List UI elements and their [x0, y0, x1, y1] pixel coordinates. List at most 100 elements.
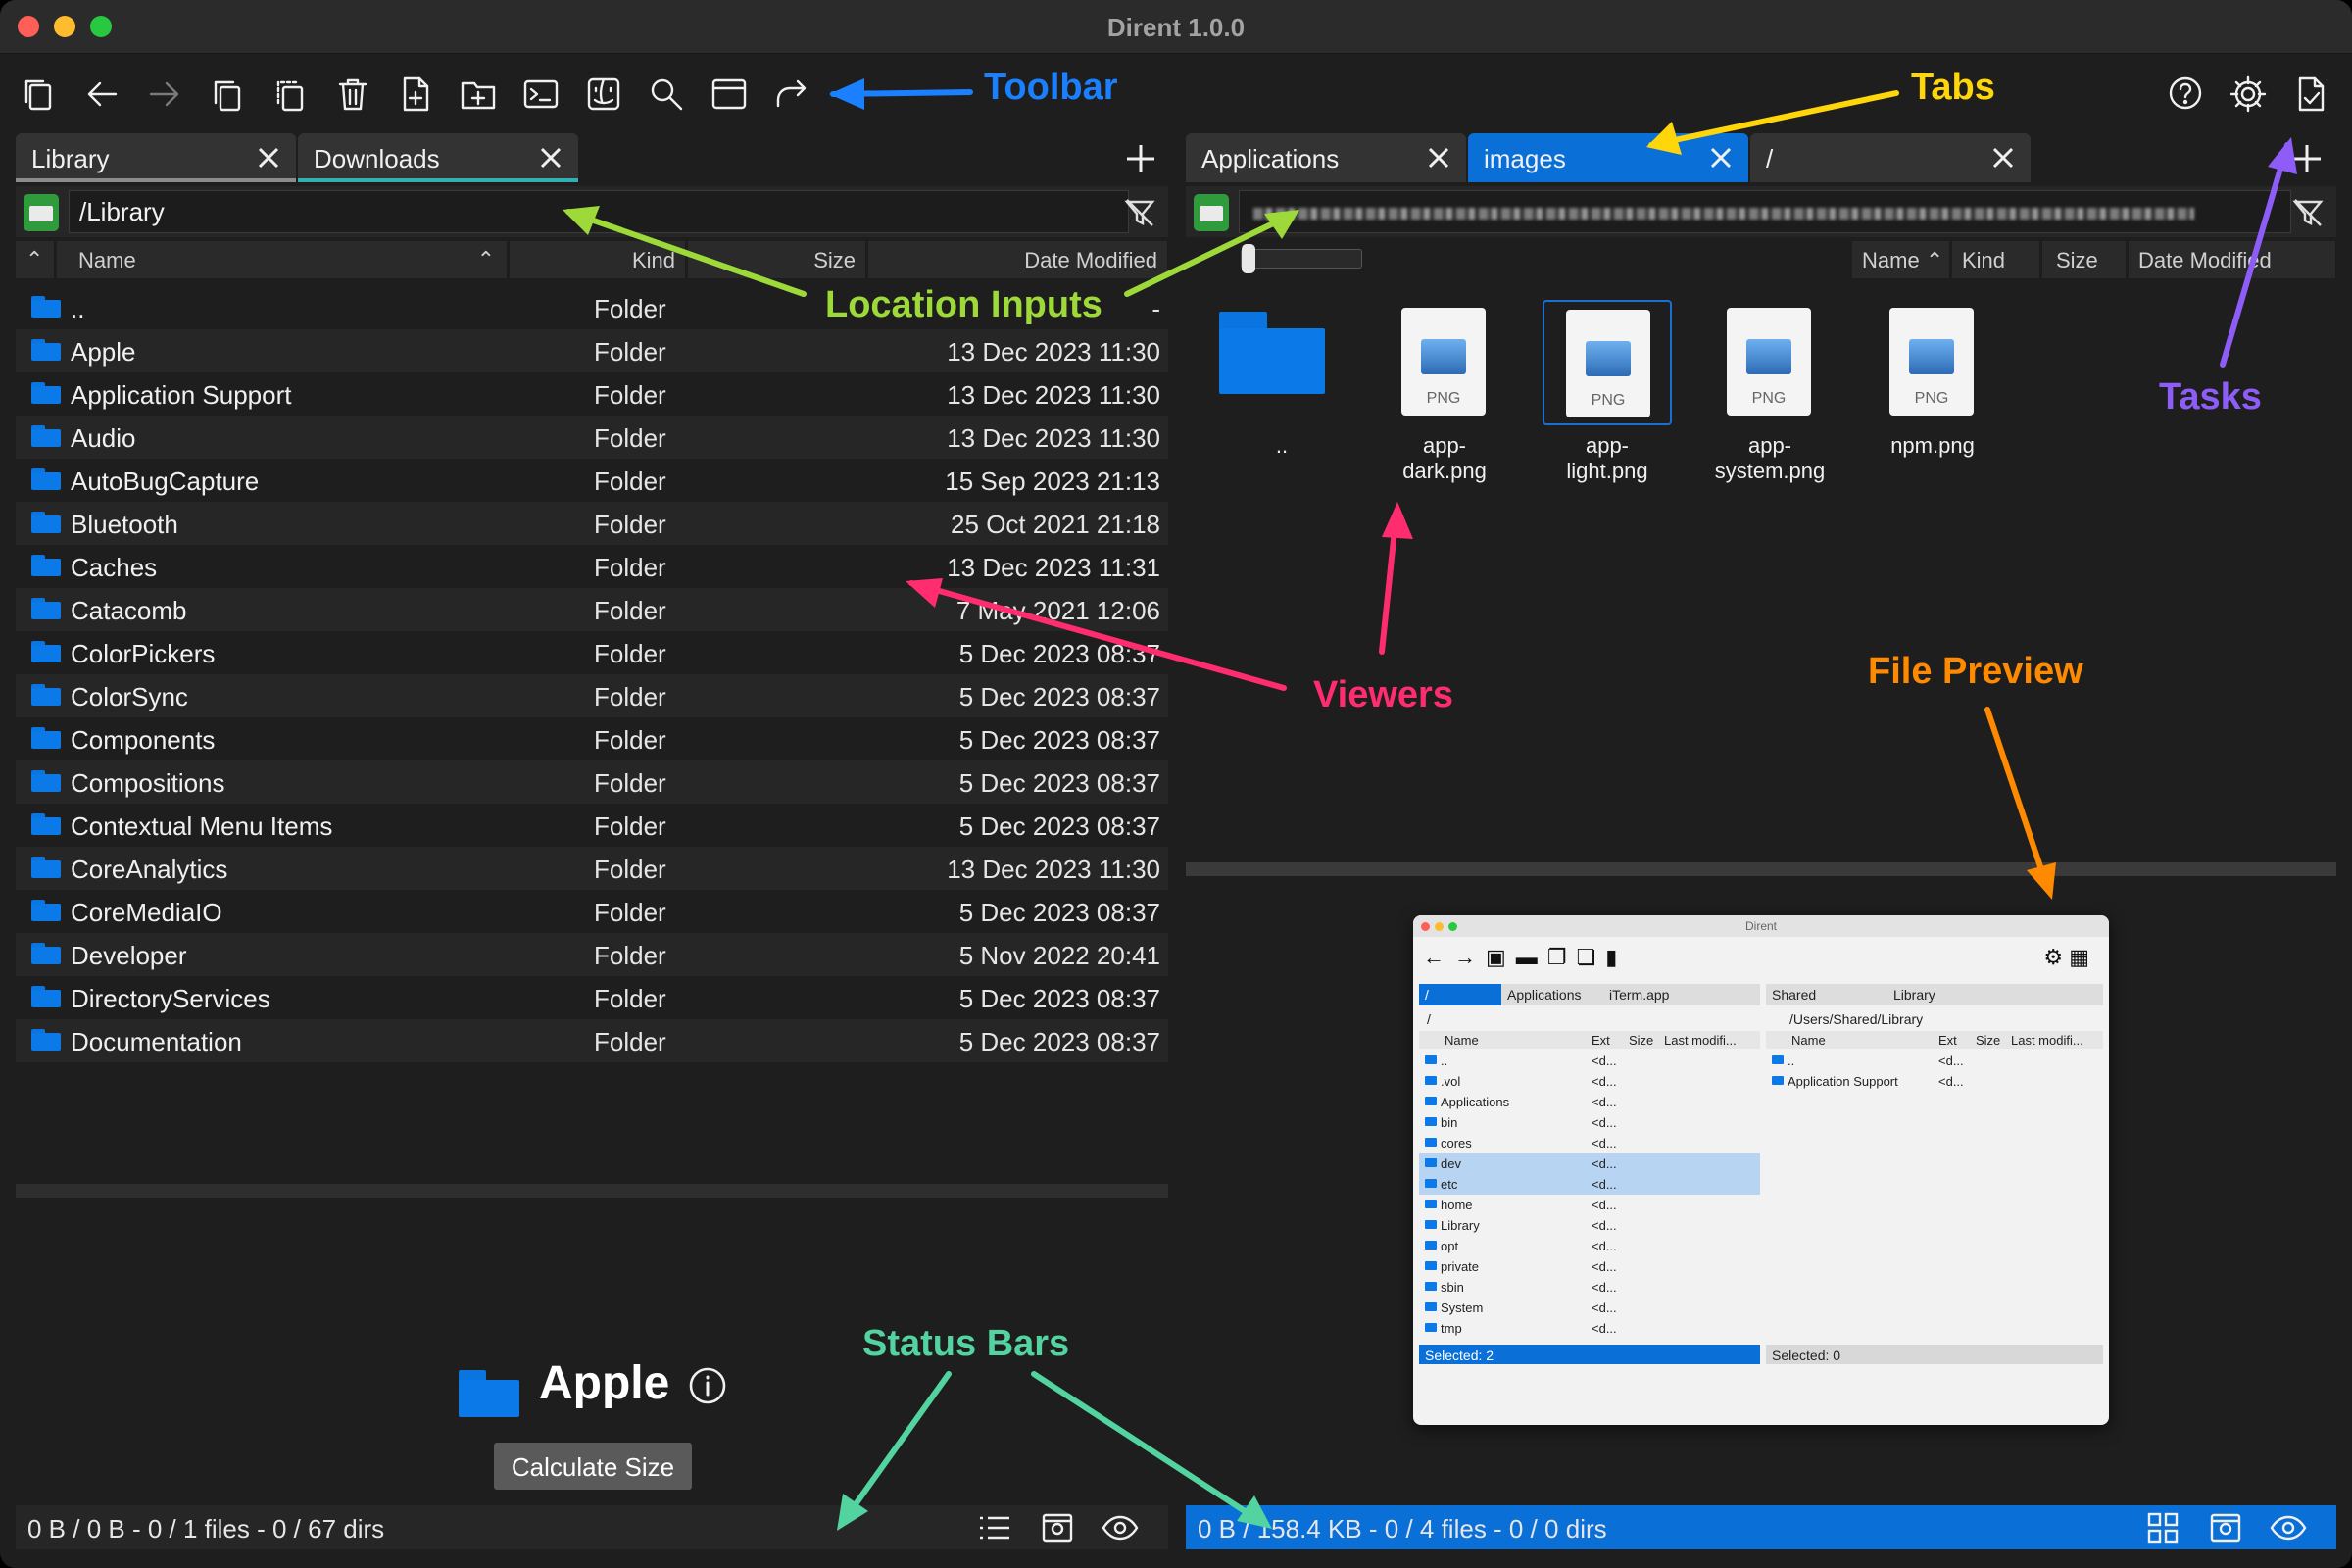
- grid-item[interactable]: PNG app- light.png: [1523, 300, 1672, 496]
- table-row[interactable]: Bluetooth Folder 25 Oct 2021 21:18: [16, 502, 1168, 545]
- drive-icon[interactable]: [1194, 194, 1229, 231]
- grid-view-button[interactable]: [2144, 1511, 2181, 1544]
- grid-item[interactable]: PNG npm.png: [1848, 300, 1985, 496]
- row-date: 7 May 2021 12:06: [956, 596, 1160, 625]
- file-list: .. Folder - Apple Folder 13 Dec 2023 11:30 App…: [16, 286, 1168, 1184]
- zoom-slider[interactable]: [1241, 244, 1362, 273]
- tab-downloads[interactable]: Downloads: [298, 133, 578, 182]
- tab-images[interactable]: images: [1468, 133, 1748, 182]
- table-row[interactable]: CoreAnalytics Folder 13 Dec 2023 11:30: [16, 847, 1168, 890]
- table-row[interactable]: Audio Folder 13 Dec 2023 11:30: [16, 416, 1168, 459]
- toggle-preview-button[interactable]: [708, 73, 751, 116]
- row-name: DirectoryServices: [71, 984, 270, 1013]
- close-tab-button[interactable]: [1425, 144, 1452, 172]
- add-tab-button[interactable]: [2287, 139, 2327, 178]
- table-row[interactable]: Compositions Folder 5 Dec 2023 08:37: [16, 760, 1168, 804]
- sort-toggle[interactable]: ⌃: [16, 241, 55, 278]
- new-file-button[interactable]: [394, 73, 437, 116]
- column-header-date[interactable]: Date Modified: [2129, 241, 2336, 278]
- thumb-row: tmp <d...: [1419, 1318, 1760, 1339]
- tab-applications[interactable]: Applications: [1186, 133, 1466, 182]
- tab-root[interactable]: /: [1750, 133, 2031, 182]
- table-row[interactable]: Application Support Folder 13 Dec 2023 11:…: [16, 372, 1168, 416]
- tab-library[interactable]: Library: [16, 133, 296, 182]
- row-name: Components: [71, 725, 216, 755]
- window-title: Dirent 1.0.0: [1106, 13, 1246, 42]
- table-row[interactable]: Caches Folder 13 Dec 2023 11:31: [16, 545, 1168, 588]
- status-text: 0 B / 0 B - 0 / 1 files - 0 / 67 dirs: [27, 1514, 385, 1544]
- table-row[interactable]: AutoBugCapture Folder 15 Sep 2023 21:13: [16, 459, 1168, 502]
- row-date: 5 Dec 2023 08:37: [958, 811, 1160, 841]
- add-tab-button[interactable]: [1121, 139, 1160, 178]
- close-tab-button[interactable]: [255, 144, 282, 172]
- slider-thumb[interactable]: [1242, 244, 1255, 273]
- file-badge: PNG: [1751, 390, 1787, 407]
- copy-button[interactable]: [206, 73, 249, 116]
- finder-button[interactable]: [582, 73, 625, 116]
- redo-button[interactable]: [770, 73, 813, 116]
- table-row[interactable]: Developer Folder 5 Nov 2022 20:41: [16, 933, 1168, 976]
- filter-button[interactable]: [2291, 196, 2325, 229]
- terminal-button[interactable]: [519, 73, 563, 116]
- row-kind: Folder: [594, 725, 666, 755]
- thumb-row: private <d...: [1419, 1256, 1760, 1277]
- table-row[interactable]: Apple Folder 13 Dec 2023 11:30: [16, 329, 1168, 372]
- row-date: 5 Dec 2023 08:37: [958, 898, 1160, 927]
- table-row[interactable]: Contextual Menu Items Folder 5 Dec 2023 08…: [16, 804, 1168, 847]
- close-tab-button[interactable]: [1989, 144, 2017, 172]
- row-kind: Folder: [594, 1027, 666, 1056]
- list-view-icon: [980, 1516, 1009, 1540]
- row-date: 5 Dec 2023 08:37: [958, 984, 1160, 1013]
- filter-button[interactable]: [1123, 196, 1156, 229]
- paste-button[interactable]: [269, 73, 312, 116]
- copy-path-button[interactable]: [18, 73, 61, 116]
- column-header-kind[interactable]: Kind: [1952, 241, 2040, 278]
- drive-icon[interactable]: [24, 194, 59, 231]
- table-row[interactable]: CoreMediaIO Folder 5 Dec 2023 08:37: [16, 890, 1168, 933]
- settings-button[interactable]: [2227, 73, 2270, 116]
- location-input[interactable]: [69, 190, 1129, 233]
- tasks-button[interactable]: [2289, 73, 2332, 116]
- new-folder-icon: [461, 81, 496, 110]
- grid-item[interactable]: PNG app- system.png: [1686, 300, 1825, 496]
- preview-toggle-button[interactable]: [1039, 1511, 1076, 1544]
- table-row[interactable]: ColorPickers Folder 5 Dec 2023 08:37: [16, 631, 1168, 674]
- forward-button[interactable]: [143, 73, 186, 116]
- row-name: CoreAnalytics: [71, 855, 228, 884]
- close-tab-button[interactable]: [1707, 144, 1735, 172]
- search-button[interactable]: [645, 73, 688, 116]
- folder-icon: [31, 598, 61, 619]
- list-view-button[interactable]: [976, 1511, 1013, 1544]
- location-input[interactable]: [1239, 190, 2291, 233]
- table-row[interactable]: Documentation Folder 5 Dec 2023 08:37: [16, 1019, 1168, 1062]
- table-row[interactable]: ColorSync Folder 5 Dec 2023 08:37: [16, 674, 1168, 717]
- table-row[interactable]: Catacomb Folder 7 May 2021 12:06: [16, 588, 1168, 631]
- eye-toggle-button[interactable]: [1102, 1511, 1139, 1544]
- close-tab-button[interactable]: [537, 144, 564, 172]
- table-row[interactable]: Components Folder 5 Dec 2023 08:37: [16, 717, 1168, 760]
- column-header-date[interactable]: Date Modified: [868, 241, 1168, 278]
- splitter[interactable]: [1186, 862, 2336, 876]
- info-button[interactable]: [688, 1366, 727, 1405]
- calculate-size-button[interactable]: Calculate Size: [494, 1443, 692, 1490]
- table-row[interactable]: DirectoryServices Folder 5 Dec 2023 08:37: [16, 976, 1168, 1019]
- column-header-name[interactable]: Name ⌃: [57, 241, 508, 278]
- help-button[interactable]: [2164, 73, 2207, 116]
- thumb-row: .. <d...: [1766, 1051, 2103, 1071]
- back-button[interactable]: [80, 73, 123, 116]
- delete-button[interactable]: [331, 73, 374, 116]
- column-header-name[interactable]: Name ⌃: [1852, 241, 1950, 278]
- preview-toggle-button[interactable]: [2207, 1511, 2244, 1544]
- horizontal-scrollbar[interactable]: [16, 1184, 1168, 1198]
- tasks-icon: [2298, 76, 2325, 112]
- row-name: Caches: [71, 553, 158, 582]
- new-folder-button[interactable]: [457, 73, 500, 116]
- thumb-row: .. <d...: [1419, 1051, 1760, 1071]
- grid-item[interactable]: PNG app- dark.png: [1360, 300, 1497, 496]
- column-header-size[interactable]: Size: [2042, 241, 2127, 278]
- grid-item[interactable]: ..: [1198, 300, 1335, 496]
- folder-icon: [31, 943, 61, 964]
- column-header-kind[interactable]: Kind: [510, 241, 686, 278]
- eye-toggle-button[interactable]: [2270, 1511, 2307, 1544]
- column-header-size[interactable]: Size: [688, 241, 866, 278]
